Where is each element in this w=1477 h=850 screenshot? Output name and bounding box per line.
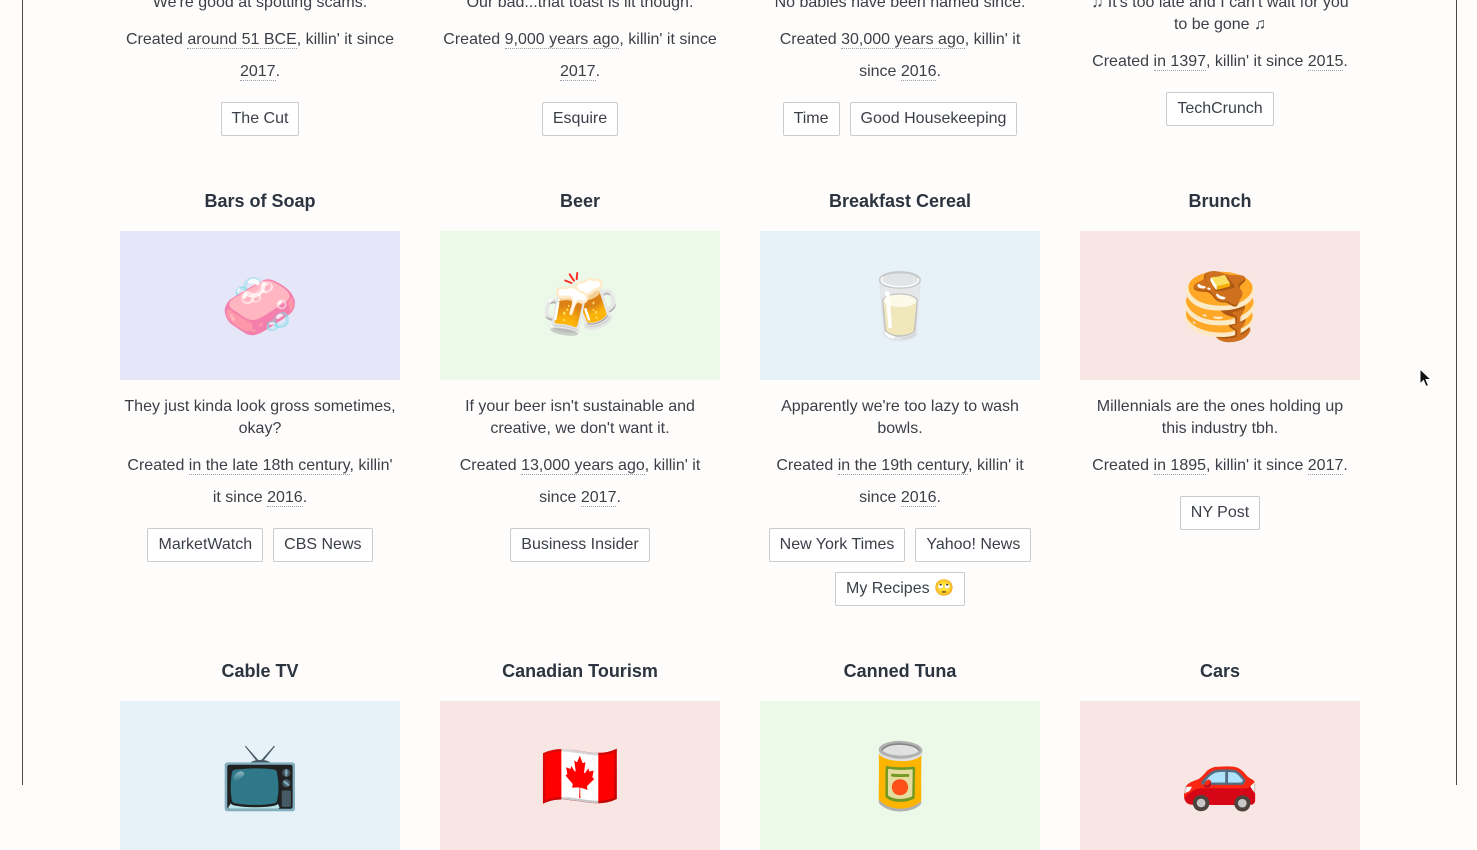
source-tag[interactable]: New York Times bbox=[768, 528, 906, 562]
card-description: No babies have been named since. bbox=[774, 0, 1026, 11]
source-tags: MarketWatch CBS News bbox=[120, 528, 400, 562]
card-title[interactable]: Cable TV bbox=[120, 659, 400, 683]
since-link[interactable]: 2017 bbox=[1307, 457, 1344, 475]
card-created: Created 30,000 years ago, killin' it sin… bbox=[779, 31, 1021, 81]
source-tag[interactable]: CBS News bbox=[273, 528, 373, 562]
since-link[interactable]: 2016 bbox=[267, 489, 303, 507]
card-created: Created in 1397, killin' it since 2015. bbox=[1092, 53, 1348, 71]
source-tag[interactable]: The Cut bbox=[220, 102, 300, 136]
card-created: Created 13,000 years ago, killin' it sin… bbox=[459, 457, 701, 507]
origin-link[interactable]: 9,000 years ago bbox=[504, 31, 620, 49]
card-image[interactable]: 🚗 bbox=[1080, 701, 1360, 850]
card-image[interactable]: 📺 bbox=[120, 701, 400, 850]
page-border-left bbox=[22, 0, 23, 785]
card-image[interactable]: 🇨🇦 bbox=[440, 701, 720, 850]
source-tag[interactable]: Good Housekeeping bbox=[849, 102, 1018, 136]
mouse-cursor-icon bbox=[1419, 368, 1433, 388]
milk-glass-icon: 🥛 bbox=[860, 269, 940, 342]
card-description: Millennials are the ones holding up this… bbox=[1096, 398, 1344, 437]
card-canadian-tourism: Canadian Tourism 🇨🇦 bbox=[440, 659, 720, 850]
card-top-1: Our bad...that toast is lit though. Crea… bbox=[440, 0, 720, 136]
card-description: ♫ It's too late and I can't wait for you… bbox=[1091, 0, 1349, 33]
since-link[interactable]: 2016 bbox=[900, 63, 937, 81]
source-tag[interactable]: My Recipes 🙄 bbox=[835, 572, 965, 606]
source-tag[interactable]: Esquire bbox=[541, 102, 619, 136]
card-image[interactable]: 🥫 bbox=[760, 701, 1040, 850]
origin-link[interactable]: in 1397 bbox=[1153, 53, 1207, 71]
card-bars-of-soap: Bars of Soap 🧼 They just kinda look gros… bbox=[120, 189, 400, 562]
source-tag[interactable]: TechCrunch bbox=[1166, 92, 1274, 126]
beer-mugs-icon: 🍻 bbox=[540, 269, 620, 342]
card-image[interactable]: 🍻 bbox=[440, 231, 720, 380]
since-link[interactable]: 2017 bbox=[580, 489, 617, 507]
card-created: Created in the late 18th century, killin… bbox=[127, 457, 393, 507]
card-description: Apparently we're too lazy to wash bowls. bbox=[781, 398, 1019, 437]
card-description: Our bad...that toast is lit though. bbox=[466, 0, 694, 11]
card-title[interactable]: Brunch bbox=[1080, 189, 1360, 213]
page-border-right bbox=[1456, 0, 1457, 785]
since-link[interactable]: 2016 bbox=[900, 489, 937, 507]
since-link[interactable]: 2015 bbox=[1307, 53, 1344, 71]
source-tags: NY Post bbox=[1080, 496, 1360, 530]
canada-flag-icon: 🇨🇦 bbox=[540, 739, 620, 812]
card-created: Created in the 19th century, killin' it … bbox=[776, 457, 1024, 507]
origin-link[interactable]: 13,000 years ago bbox=[521, 457, 645, 475]
card-breakfast-cereal: Breakfast Cereal 🥛 Apparently we're too … bbox=[760, 189, 1040, 606]
source-tags: New York Times Yahoo! News My Recipes 🙄 bbox=[760, 528, 1040, 606]
source-tag[interactable]: Time bbox=[782, 102, 840, 136]
soap-icon: 🧼 bbox=[220, 269, 300, 342]
origin-link[interactable]: around 51 BCE bbox=[187, 31, 297, 49]
origin-link[interactable]: 30,000 years ago bbox=[841, 31, 965, 49]
card-title[interactable]: Cars bbox=[1080, 659, 1360, 683]
tv-icon: 📺 bbox=[220, 739, 300, 812]
source-tags: Business Insider bbox=[440, 528, 720, 562]
card-title[interactable]: Canned Tuna bbox=[760, 659, 1040, 683]
card-created: Created in 1895, killin' it since 2017. bbox=[1092, 457, 1348, 475]
card-title[interactable]: Breakfast Cereal bbox=[760, 189, 1040, 213]
source-tags: The Cut bbox=[120, 102, 400, 136]
card-title[interactable]: Beer bbox=[440, 189, 720, 213]
pancakes-icon: 🥞 bbox=[1180, 269, 1260, 342]
card-top-0: We're good at spotting scams. Created ar… bbox=[120, 0, 400, 136]
origin-link[interactable]: in the late 18th century bbox=[188, 457, 350, 475]
card-description: If your beer isn't sustainable and creat… bbox=[465, 398, 695, 437]
card-created: Created around 51 BCE, killin' it since … bbox=[125, 31, 395, 81]
card-description: They just kinda look gross sometimes, ok… bbox=[124, 398, 396, 437]
source-tags: Esquire bbox=[440, 102, 720, 136]
card-canned-tuna: Canned Tuna 🥫 bbox=[760, 659, 1040, 850]
card-cable-tv: Cable TV 📺 bbox=[120, 659, 400, 850]
card-image[interactable]: 🥛 bbox=[760, 231, 1040, 380]
source-tags: TechCrunch bbox=[1080, 92, 1360, 126]
car-icon: 🚗 bbox=[1180, 739, 1260, 812]
card-title[interactable]: Canadian Tourism bbox=[440, 659, 720, 683]
source-tags: Time Good Housekeeping bbox=[760, 102, 1040, 136]
card-image[interactable]: 🧼 bbox=[120, 231, 400, 380]
origin-link[interactable]: in the 19th century bbox=[837, 457, 969, 475]
source-tag[interactable]: Yahoo! News bbox=[915, 528, 1032, 562]
tin-can-icon: 🥫 bbox=[860, 739, 940, 812]
card-description: We're good at spotting scams. bbox=[152, 0, 368, 11]
source-tag[interactable]: Business Insider bbox=[510, 528, 650, 562]
card-title[interactable]: Bars of Soap bbox=[120, 189, 400, 213]
card-cars: Cars 🚗 bbox=[1080, 659, 1360, 850]
card-beer: Beer 🍻 If your beer isn't sustainable an… bbox=[440, 189, 720, 562]
card-image[interactable]: 🥞 bbox=[1080, 231, 1360, 380]
since-link[interactable]: 2017 bbox=[559, 63, 596, 81]
card-created: Created 9,000 years ago, killin' it sinc… bbox=[443, 31, 717, 81]
origin-link[interactable]: in 1895 bbox=[1153, 457, 1207, 475]
source-tag[interactable]: MarketWatch bbox=[147, 528, 264, 562]
card-brunch: Brunch 🥞 Millennials are the ones holdin… bbox=[1080, 189, 1360, 530]
since-link[interactable]: 2017 bbox=[239, 63, 276, 81]
card-top-2: No babies have been named since. Created… bbox=[760, 0, 1040, 136]
card-top-3: ♫ It's too late and I can't wait for you… bbox=[1080, 0, 1360, 126]
source-tag[interactable]: NY Post bbox=[1179, 496, 1261, 530]
